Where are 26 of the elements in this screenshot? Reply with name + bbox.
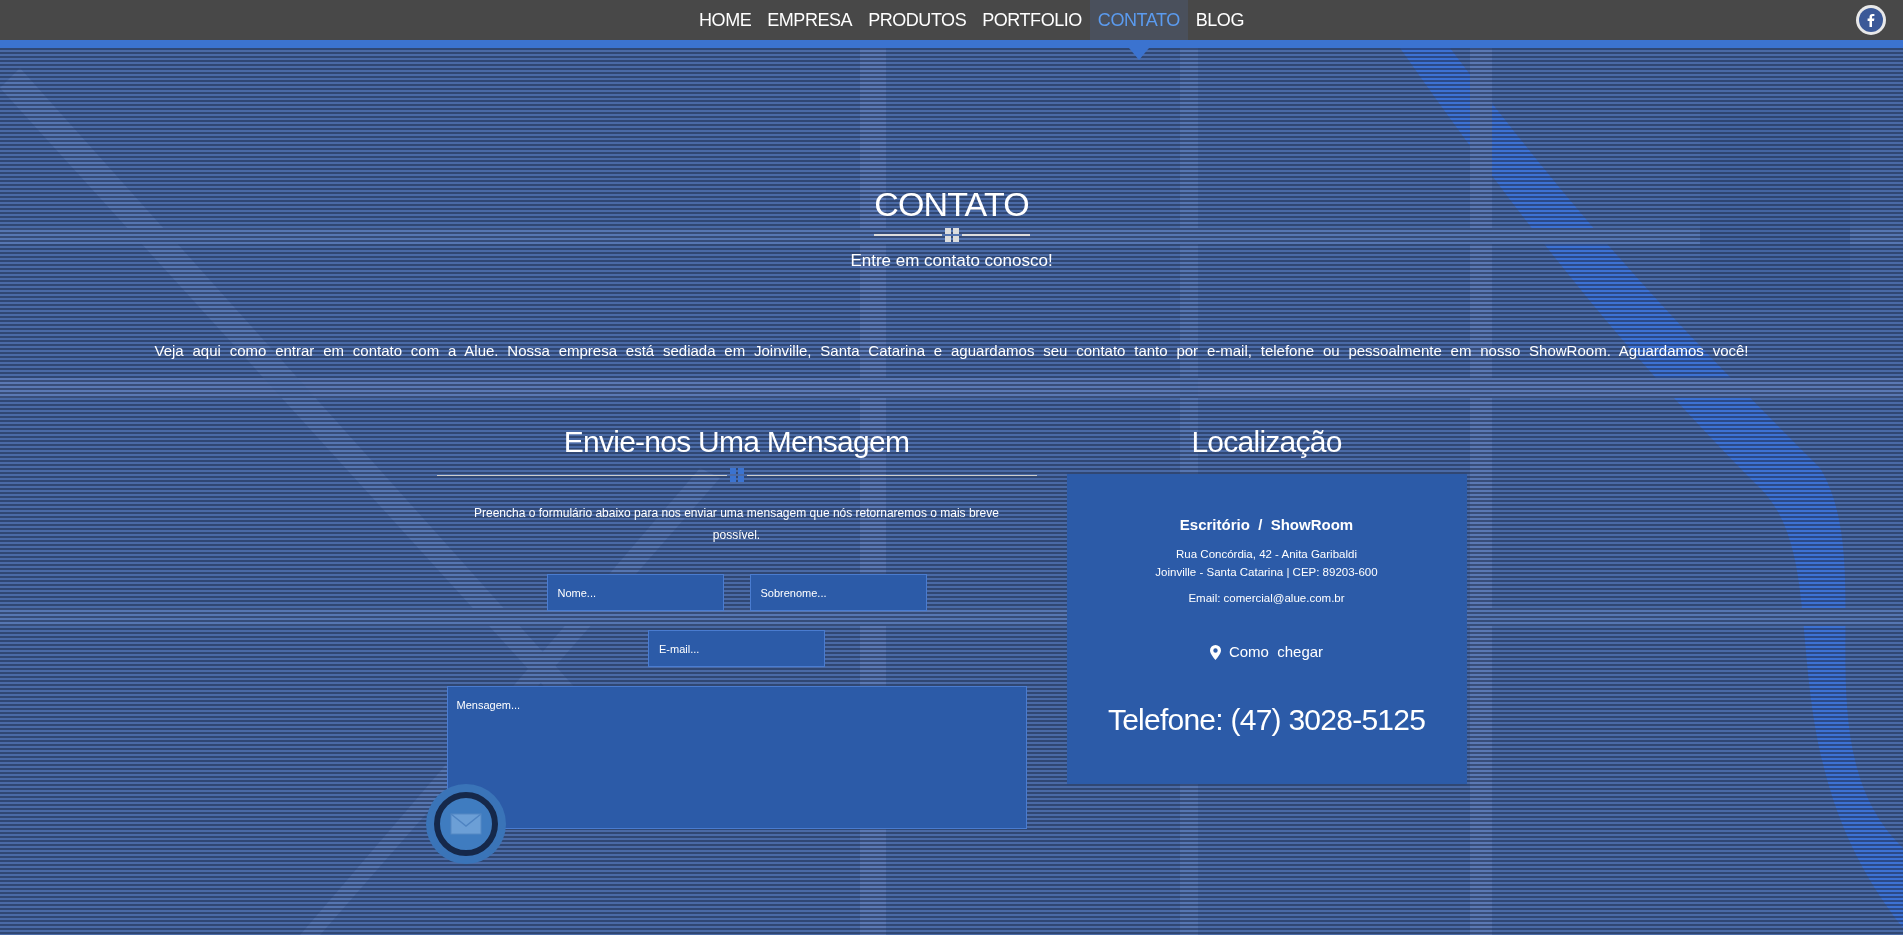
heading-divider-icon xyxy=(436,468,1037,482)
directions-link[interactable]: Como chegar xyxy=(1209,640,1324,664)
page-subtitle: Entre em contato conosco! xyxy=(850,250,1053,272)
phone-number: Telefone: (47) 3028-5125 xyxy=(1107,702,1426,739)
message-field[interactable]: Mensagem... xyxy=(446,686,1027,829)
map-pin-icon xyxy=(1209,644,1221,660)
section-heading: Envie-nos Uma Mensagem xyxy=(563,424,910,460)
form-description: Preencha o formulário abaixo para nos enviar uma mensagem que nós retornaremos o mais breve possível. xyxy=(473,505,1000,544)
nav-link[interactable]: PORTFOLIO xyxy=(974,0,1090,40)
input-field[interactable]: E-mail... xyxy=(648,630,825,667)
office-heading: Escritório / ShowRoom xyxy=(1179,515,1354,535)
nav-link[interactable]: BLOG xyxy=(1187,0,1252,40)
address-line: Joinville - Santa Catarina | CEP: 89203-600 xyxy=(1155,564,1378,580)
nav-link[interactable]: HOME xyxy=(691,0,760,40)
intro-paragraph: Veja aqui como entrar em contato com a Alue. Nossa empresa está sediada em Joinville, Santa Catarina e aguardamos seu contato tanto por e-mail, telefone ou pessoalmente em nosso ShowRoom. Aguardamos você! xyxy=(154,340,1749,361)
nav-link[interactable]: PRODUTOS xyxy=(860,0,975,40)
email-text: Email: comercial@alue.com.br xyxy=(1188,590,1345,606)
address-line: Rua Concórdia, 42 - Anita Garibaldi xyxy=(1176,546,1357,562)
input-field[interactable]: Nome... xyxy=(546,574,724,611)
input-field[interactable]: Sobrenome... xyxy=(749,574,927,611)
page-title: CONTATO xyxy=(874,184,1029,224)
nav-link[interactable]: EMPRESA xyxy=(759,0,861,40)
section-heading: Localização xyxy=(1191,424,1342,460)
envelope-icon xyxy=(449,813,482,835)
facebook-icon[interactable] xyxy=(1856,5,1886,35)
title-divider-icon xyxy=(873,228,1030,242)
